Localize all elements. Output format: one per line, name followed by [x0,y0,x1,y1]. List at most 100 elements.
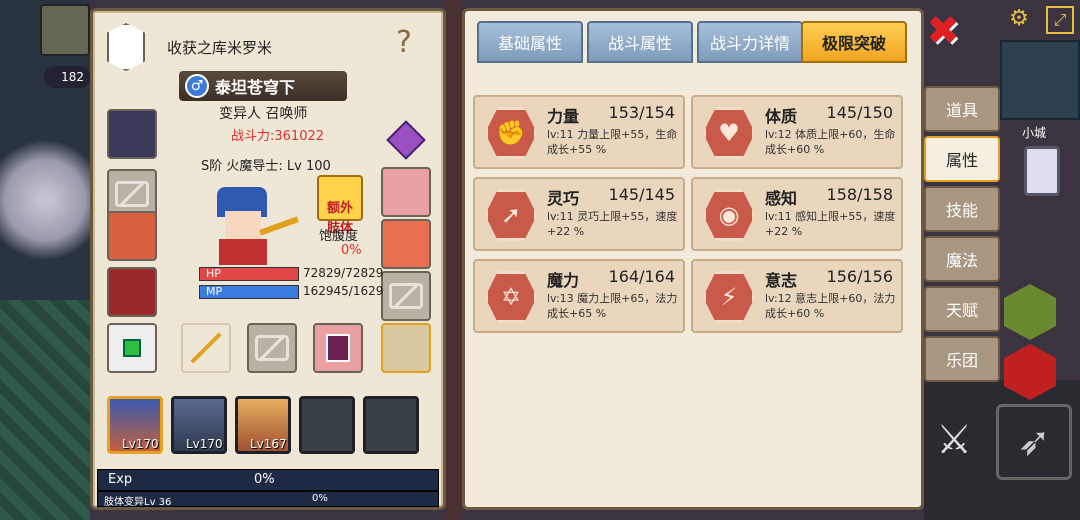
side-tab-attributes[interactable]: 属性 [924,136,1000,182]
mp-label: MP [206,285,223,298]
stat-value: 164/164 [608,267,675,286]
satiety-value: 0% [341,243,362,258]
tab-label: 基础属性 [497,34,562,53]
bow-icon[interactable]: ➶ [996,404,1072,480]
mp-bar: MP [199,285,299,299]
exp-bar: Exp 0% [97,469,439,491]
race-class: 变异人 召唤师 [219,106,308,122]
tab-label: 战斗属性 [607,34,672,53]
equip-slot-book[interactable] [313,323,363,373]
character-name: 泰坦苍穹下 [215,78,296,97]
stat-card-strength: ✊ 力量 153/154 lv:11 力量上限+55，生命成长+55 % [473,95,685,169]
hp-label: HP [206,267,221,280]
stat-name: 力量 [547,107,580,126]
stat-name: 感知 [765,189,798,208]
equip-slot-empty[interactable] [381,271,431,321]
equip-slot-cloak[interactable] [107,211,157,261]
will-icon: ⚡ [703,271,755,323]
stat-name: 体质 [765,107,798,126]
stat-card-magic: ✡ 魔力 164/164 lv:13 魔力上限+65，法力成长+65 % [473,259,685,333]
close-button[interactable]: ✖ [926,11,960,51]
stat-name: 意志 [765,271,798,290]
combat-power: 战斗力:361022 [231,129,325,144]
stat-value: 153/154 [608,103,675,122]
party-portrait[interactable] [40,4,90,56]
spear-icon [190,332,222,364]
mp-value: 162945/1629 [303,284,384,298]
party-member-empty[interactable] [363,396,419,454]
green-gem-icon [123,339,141,357]
rank-level: S阶 火魔导士: Lv 100 [201,159,331,174]
party-level: Lv170 [122,437,159,451]
settings-icon[interactable]: ⚙ [1004,4,1034,34]
rune-icon [386,120,426,160]
side-tab-talents[interactable]: 天赋 [924,286,1000,332]
stat-desc: lv:11 力量上限+55，生命成长+55 % [547,128,678,156]
sword-icon[interactable]: ⚔ [924,410,984,470]
tab-combat-attributes[interactable]: 战斗属性 [587,21,693,63]
minimap[interactable] [1000,40,1080,120]
stat-desc: lv:11 灵巧上限+55，速度+22 % [547,210,678,238]
hexagram-icon: ✡ [485,271,537,323]
hanger-icon[interactable]: ? [379,25,429,65]
stat-desc: lv:11 感知上限+55，速度+22 % [765,210,896,238]
item-count-label: 182 [61,70,84,84]
side-tab-items[interactable]: 道具 [924,86,1000,132]
stat-value: 156/156 [826,267,893,286]
hp-bar: HP [199,267,299,281]
side-tab-magic[interactable]: 魔法 [924,236,1000,282]
party-member-empty[interactable] [299,396,355,454]
limb-exp-value: 0% [312,493,328,504]
side-tab-label: 乐团 [945,351,978,370]
side-tab-label: 道具 [945,101,978,120]
side-tab-skills[interactable]: 技能 [924,186,1000,232]
tab-basic-attributes[interactable]: 基础属性 [477,21,583,63]
party-member-1[interactable]: Lv170 [107,396,163,454]
tab-limit-break[interactable]: 极限突破 [801,21,907,63]
party-member-2[interactable]: Lv170 [171,396,227,454]
city-label: 小城 [1022,126,1047,140]
stat-card-constitution: ♥ 体质 145/150 lv:12 体质上限+60，生命成长+60 % [691,95,903,169]
equip-slot-hand[interactable] [381,167,431,217]
party-member-3[interactable]: Lv167 [235,396,291,454]
tab-power-details[interactable]: 战斗力详情 [697,21,803,63]
stat-name: 魔力 [547,271,580,290]
stat-desc: lv:13 魔力上限+65，法力成长+65 % [547,292,678,320]
male-icon: ♂ [185,74,209,98]
expand-icon[interactable]: ⤢ [1046,6,1074,34]
extra-limb-button[interactable]: 额外 肢体 [317,175,363,236]
equip-slot-helmet[interactable] [107,109,157,159]
equip-slot-weapon[interactable] [181,323,231,373]
side-tab-label: 技能 [945,201,978,220]
side-tab-label: 属性 [945,151,978,170]
running-icon: ➚ [485,189,537,241]
character-name-ribbon: ♂ 泰坦苍穹下 [179,71,347,101]
stat-card-dexterity: ➚ 灵巧 145/145 lv:11 灵巧上限+55，速度+22 % [473,177,685,251]
stats-panel: 基础属性 战斗属性 战斗力详情 极限突破 ✊ 力量 153/154 lv:11 … [462,8,924,510]
stat-value: 145/145 [608,185,675,204]
stat-card-perception: ◉ 感知 158/158 lv:11 感知上限+55，速度+22 % [691,177,903,251]
phone-icon[interactable] [1024,146,1060,196]
eye-icon: ◉ [703,189,755,241]
stat-value: 145/150 [826,103,893,122]
character-panel: 收获之库米罗米 ? ♂ 泰坦苍穹下 变异人 召唤师 战斗力:361022 S阶 … [90,8,446,510]
side-tab-band[interactable]: 乐团 [924,336,1000,382]
stat-desc: lv:12 意志上限+60，法力成长+60 % [765,292,896,320]
side-tab-label: 天赋 [945,301,978,320]
equip-slot-amulet[interactable] [381,323,431,373]
party-level: Lv167 [250,437,287,451]
muscle-icon: ✊ [485,107,537,159]
equip-slot-rune[interactable] [381,115,431,165]
equip-slot-empty[interactable] [247,323,297,373]
equip-slot-armor[interactable] [107,267,157,317]
book-icon [326,334,350,362]
equip-slot-belt[interactable] [381,219,431,269]
body-icon: ♥ [703,107,755,159]
stat-card-will: ⚡ 意志 156/156 lv:12 意志上限+60，法力成长+60 % [691,259,903,333]
character-title: 收获之库米罗米 [167,39,273,57]
guild-emblem-icon [107,23,145,71]
exp-label: Exp [108,472,133,487]
tab-label: 极限突破 [821,34,886,53]
equip-slot-gem[interactable] [107,323,157,373]
stat-value: 158/158 [826,185,893,204]
